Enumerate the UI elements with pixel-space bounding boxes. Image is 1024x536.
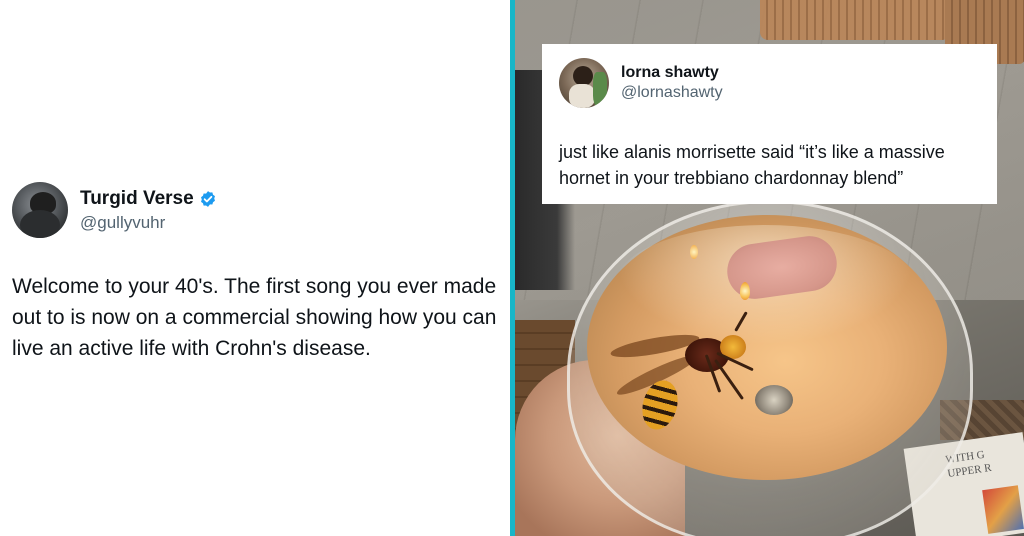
avatar-figure-head: [573, 66, 593, 86]
tweet-text: just like alanis morrisette said “it’s l…: [559, 142, 945, 188]
wicker-chair: [760, 0, 950, 40]
tweet-left[interactable]: Turgid Verse @gullyvuhr Welcome to your …: [12, 182, 502, 364]
avatar[interactable]: [12, 182, 68, 238]
avatar-figure-body: [20, 210, 60, 238]
newspaper-image: [982, 485, 1024, 534]
user-handle[interactable]: @lornashawty: [621, 84, 723, 102]
tweet-author: lorna shawty @lornashawty: [621, 64, 723, 102]
tweet-author: Turgid Verse @gullyvuhr: [80, 188, 217, 233]
display-name[interactable]: Turgid Verse: [80, 188, 194, 210]
user-handle[interactable]: @gullyvuhr: [80, 213, 217, 233]
avatar-figure-body: [569, 84, 595, 108]
verified-badge-icon: [200, 190, 215, 207]
avatar[interactable]: [559, 58, 609, 108]
flame-reflection-small: [690, 245, 698, 259]
tweet-text: Welcome to your 40's. The first song you…: [12, 275, 497, 360]
tweet-right[interactable]: lorna shawty @lornashawty just like alan…: [542, 44, 997, 204]
display-name[interactable]: lorna shawty: [621, 64, 723, 82]
tweet-header: lorna shawty @lornashawty: [559, 58, 723, 108]
left-panel: Turgid Verse @gullyvuhr Welcome to your …: [0, 0, 510, 536]
avatar-plant: [593, 72, 607, 106]
bottle-cap: [755, 385, 793, 415]
flame-reflection: [740, 282, 750, 300]
tweet-header: Turgid Verse @gullyvuhr: [12, 182, 502, 238]
name-row: Turgid Verse: [80, 188, 217, 210]
